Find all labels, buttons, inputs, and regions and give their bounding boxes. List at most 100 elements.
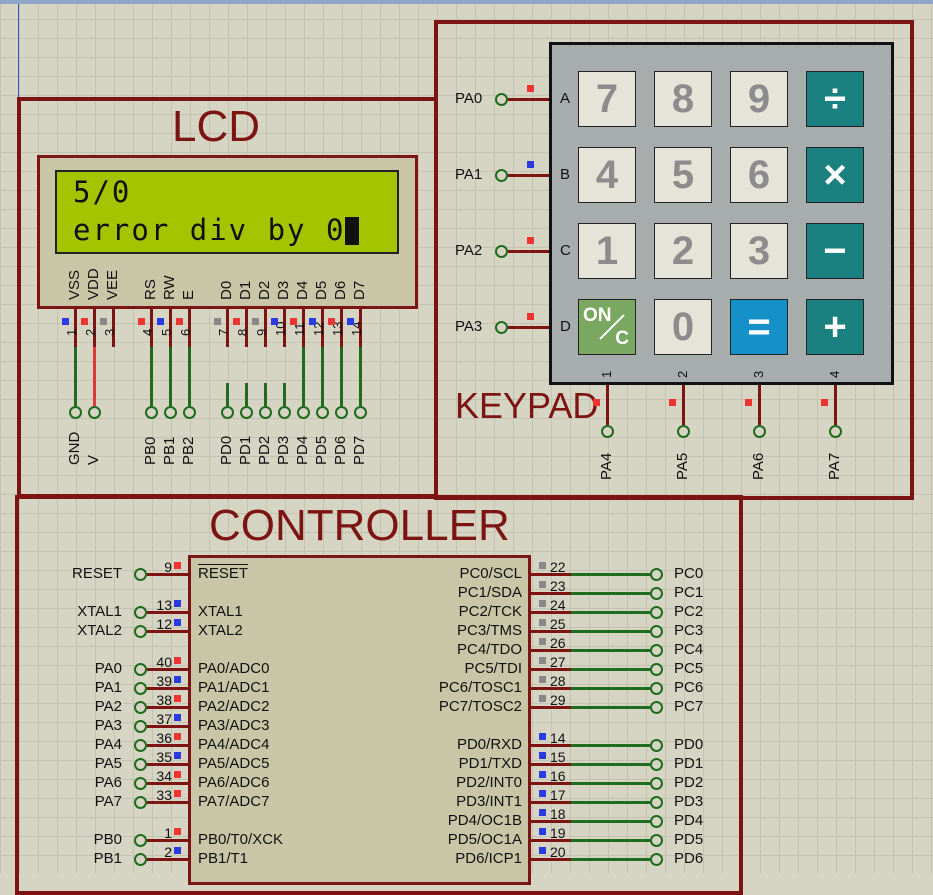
mcu-right-terminal[interactable] (650, 796, 663, 809)
keypad-key[interactable]: 5 (654, 147, 712, 203)
keypad-row-terminal[interactable] (495, 93, 508, 106)
mcu-left-terminal[interactable] (134, 777, 147, 790)
mcu-right-terminal[interactable] (650, 777, 663, 790)
mcu-right-pinname: PC7/TOSC2 (438, 698, 522, 715)
mcu-left-terminal[interactable] (134, 796, 147, 809)
mcu-right-net: PC5 (674, 660, 704, 677)
mcu-left-terminal[interactable] (134, 853, 147, 866)
lcd-net-terminal[interactable] (88, 406, 101, 419)
keypad-key[interactable]: × (806, 147, 864, 203)
ruler-bar (0, 0, 933, 4)
keypad-key[interactable]: ÷ (806, 71, 864, 127)
mcu-right-terminal[interactable] (650, 587, 663, 600)
keypad-row-terminal[interactable] (495, 169, 508, 182)
keypad-key[interactable]: 4 (578, 147, 636, 203)
keypad-key[interactable]: 3 (730, 223, 788, 279)
lcd-net-terminal[interactable] (145, 406, 158, 419)
keypad-key[interactable]: 0 (654, 299, 712, 355)
mcu-right-wire (571, 573, 650, 576)
keypad-key[interactable]: + (806, 299, 864, 355)
mcu-right-terminal[interactable] (650, 701, 663, 714)
mcu-left-net: XTAL1 (77, 603, 122, 620)
mcu-right-terminal[interactable] (650, 644, 663, 657)
keypad-col-terminal[interactable] (601, 425, 614, 438)
keypad-key[interactable]: 9 (730, 71, 788, 127)
mcu-right-terminal[interactable] (650, 663, 663, 676)
keypad-key[interactable]: = (730, 299, 788, 355)
mcu-left-terminal[interactable] (134, 758, 147, 771)
mcu-right-pinname: PD0/RXD (456, 736, 522, 753)
mcu-left-pinname: PA6/ADC6 (198, 774, 270, 791)
mcu-right-terminal[interactable] (650, 853, 663, 866)
mcu-right-net: PD1 (674, 755, 704, 772)
mcu-left-terminal[interactable] (134, 625, 147, 638)
mcu-left-terminal[interactable] (134, 606, 147, 619)
lcd-net-terminal[interactable] (240, 406, 253, 419)
keypad-row-terminal[interactable] (495, 245, 508, 258)
mcu-left-state (174, 771, 181, 778)
keypad-key[interactable]: 2 (654, 223, 712, 279)
keypad-key[interactable]: 7 (578, 71, 636, 127)
keypad-key[interactable]: ON C (578, 299, 636, 355)
lcd-pin-number: 3 (102, 328, 117, 336)
keypad-col-lead (606, 385, 609, 425)
lcd-net-terminal[interactable] (259, 406, 272, 419)
mcu-right-pinnum: 27 (550, 654, 566, 670)
lcd-net-terminal[interactable] (221, 406, 234, 419)
mcu-right-state (539, 600, 546, 607)
mcu-left-terminal[interactable] (134, 682, 147, 695)
mcu-right-terminal[interactable] (650, 758, 663, 771)
keypad-key[interactable]: 8 (654, 71, 712, 127)
mcu-left-net: PA4 (94, 736, 122, 753)
lcd-net-terminal[interactable] (164, 406, 177, 419)
mcu-left-pinname: XTAL2 (198, 622, 243, 639)
mcu-left-terminal[interactable] (134, 739, 147, 752)
lcd-net-terminal[interactable] (316, 406, 329, 419)
mcu-right-state (539, 733, 546, 740)
lcd-pin-name: D1 (237, 280, 254, 300)
keypad-key[interactable]: 6 (730, 147, 788, 203)
mcu-right-terminal[interactable] (650, 834, 663, 847)
keypad-key[interactable]: − (806, 223, 864, 279)
mcu-right-terminal[interactable] (650, 625, 663, 638)
mcu-left-net: PA1 (94, 679, 122, 696)
mcu-right-state (539, 676, 546, 683)
mcu-left-terminal[interactable] (134, 701, 147, 714)
keypad-col-terminal[interactable] (753, 425, 766, 438)
mcu-right-terminal[interactable] (650, 739, 663, 752)
mcu-left-terminal[interactable] (134, 834, 147, 847)
lcd-net-terminal[interactable] (183, 406, 196, 419)
mcu-right-terminal[interactable] (650, 815, 663, 828)
lcd-net-terminal[interactable] (354, 406, 367, 419)
lcd-net-terminal[interactable] (278, 406, 291, 419)
mcu-left-pinnum: 39 (156, 673, 172, 689)
keypad-row-lead (508, 98, 549, 101)
mcu-right-terminal[interactable] (650, 568, 663, 581)
keypad-col-terminal[interactable] (829, 425, 842, 438)
mcu-left-net: XTAL2 (77, 622, 122, 639)
schematic-canvas[interactable]: LCD 5/0 error div by 0 KEYPAD CONTROLLER… (0, 0, 933, 895)
mcu-left-terminal[interactable] (134, 568, 147, 581)
mcu-right-state (539, 657, 546, 664)
mcu-left-terminal[interactable] (134, 663, 147, 676)
mcu-right-pinnum: 15 (550, 749, 566, 765)
mcu-right-wire (571, 592, 650, 595)
mcu-left-net: PA6 (94, 774, 122, 791)
lcd-net-terminal[interactable] (69, 406, 82, 419)
mcu-left-terminal[interactable] (134, 720, 147, 733)
keypad-row-letter: A (560, 90, 571, 107)
lcd-net-terminal[interactable] (297, 406, 310, 419)
keypad-col-state (745, 399, 752, 406)
mcu-right-terminal[interactable] (650, 682, 663, 695)
keypad-col-terminal[interactable] (677, 425, 690, 438)
keypad-row-terminal[interactable] (495, 321, 508, 334)
mcu-right-terminal[interactable] (650, 606, 663, 619)
lcd-net-terminal[interactable] (335, 406, 348, 419)
lcd-net-label: PD2 (256, 435, 273, 465)
mcu-right-wire (571, 687, 650, 690)
keypad-col-number: 4 (827, 370, 842, 378)
keypad-row-net: PA1 (455, 166, 483, 183)
lcd-pin-name: D5 (313, 280, 330, 300)
mcu-left-pinname: PA0/ADC0 (198, 660, 270, 677)
keypad-key[interactable]: 1 (578, 223, 636, 279)
